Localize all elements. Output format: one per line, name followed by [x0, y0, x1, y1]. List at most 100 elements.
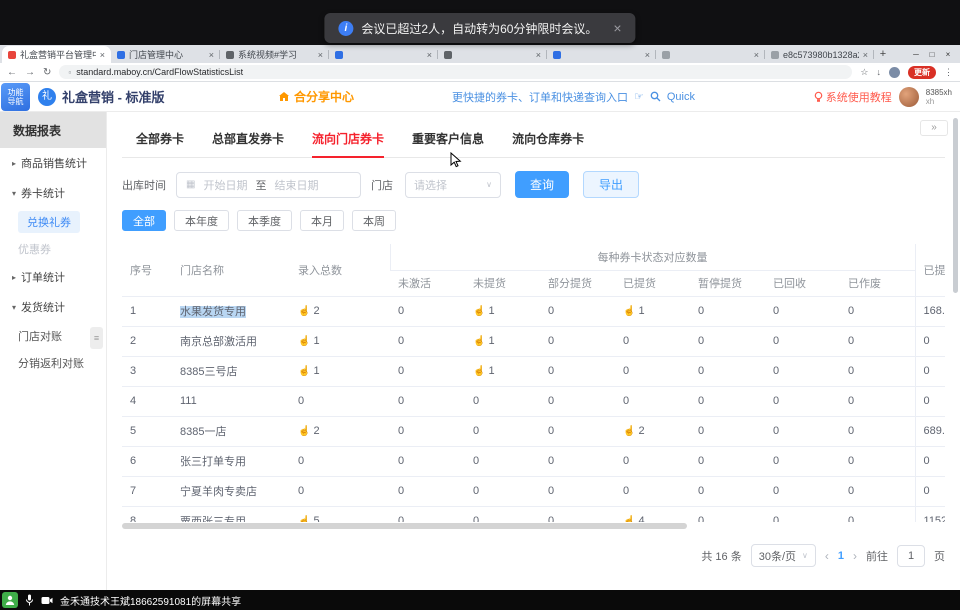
store-name: 南京总部激活用 [180, 336, 257, 348]
sidebar-item-distribution-rebate-reconciliation[interactable]: 分销返利对账 [0, 349, 106, 376]
collapse-panel-button[interactable]: » [920, 120, 948, 136]
stat-cell: 0 [390, 416, 465, 446]
search-button[interactable]: 查询 [515, 171, 569, 198]
tab-close-icon[interactable]: × [754, 50, 759, 60]
share-center-link[interactable]: 合分享中心 [278, 88, 354, 105]
tab-close-icon[interactable]: × [318, 50, 323, 60]
stat-cell: 0 [615, 386, 690, 416]
tab-close-icon[interactable]: × [427, 50, 432, 60]
browser-menu-icon[interactable]: ⋮ [944, 67, 953, 78]
goto-page-input[interactable]: 1 [897, 545, 925, 567]
tab-close-icon[interactable]: × [209, 50, 214, 60]
store-select[interactable]: 请选择 ∨ [405, 172, 501, 198]
export-button[interactable]: 导出 [583, 171, 639, 198]
stat-cell: ☝5 [290, 506, 390, 522]
content-tab-hq-direct-cards[interactable]: 总部直发券卡 [198, 126, 298, 157]
content-tab-key-customer-info[interactable]: 重要客户信息 [398, 126, 498, 157]
vertical-scrollbar[interactable] [953, 118, 958, 293]
count-link[interactable]: ☝1 [298, 335, 320, 347]
tab-close-icon[interactable]: × [536, 50, 541, 60]
sidebar-item-redeem-gift-coupon[interactable]: 兑换礼券 [0, 208, 106, 235]
horizontal-scrollbar[interactable] [122, 522, 945, 530]
tab-close-icon[interactable]: × [645, 50, 650, 60]
count-link[interactable]: ☝4 [623, 515, 645, 522]
function-nav-button[interactable]: 功能 导航 [1, 83, 30, 111]
tutorial-label: 系统使用教程 [826, 89, 892, 105]
quick-filter-quarter[interactable]: 本季度 [237, 210, 292, 231]
count-link[interactable]: ☝2 [623, 425, 645, 437]
screen-share-bar: 金禾通技术王斌18662591081的屏幕共享 [0, 590, 960, 610]
next-page-button[interactable]: › [853, 549, 857, 563]
date-range-input[interactable]: ▦ 开始日期 至 结束日期 [176, 172, 361, 198]
stat-cell: 0 [290, 446, 390, 476]
prev-page-button[interactable]: ‹ [825, 549, 829, 563]
quick-filter-year[interactable]: 本年度 [174, 210, 229, 231]
quick-filter-all[interactable]: 全部 [122, 210, 166, 231]
back-icon[interactable]: ← [7, 67, 17, 78]
browser-address-bar: ← → ↻ ▫ standard.maboy.cn/CardFlowStatis… [0, 63, 960, 82]
count-link[interactable]: ☝1 [298, 365, 320, 377]
reload-icon[interactable]: ↻ [43, 67, 51, 78]
browser-profile-avatar[interactable] [889, 67, 900, 78]
browser-tab[interactable]: × [656, 46, 765, 63]
page-number[interactable]: 1 [838, 550, 844, 562]
browser-tab[interactable]: × [329, 46, 438, 63]
maximize-button[interactable]: □ [924, 50, 940, 59]
close-icon[interactable]: × [613, 20, 621, 36]
browser-tab[interactable]: 礼盒营销平台管理中心× [2, 46, 111, 63]
content-tab-warehouse-flow-cards[interactable]: 流向仓库券卡 [498, 126, 598, 157]
browser-tab[interactable]: e8c573980b1328a258fd2e6l× [765, 46, 874, 63]
info-icon: i [338, 21, 353, 36]
tutorial-link[interactable]: 系统使用教程 [814, 89, 892, 105]
count-link[interactable]: ☝1 [473, 335, 495, 347]
content-tab-all-cards[interactable]: 全部券卡 [122, 126, 198, 157]
camera-icon[interactable] [41, 596, 53, 605]
sidebar-group-shipping-stats[interactable]: ▾发货统计 [0, 292, 106, 322]
pointing-hand-icon: ☝ [298, 426, 310, 437]
mic-icon[interactable] [25, 594, 34, 606]
stat-cell: 689.0 [915, 416, 945, 446]
browser-tab[interactable]: × [547, 46, 656, 63]
download-icon[interactable]: ↓ [877, 67, 882, 77]
close-window-button[interactable]: × [940, 50, 956, 59]
goto-suffix: 页 [934, 548, 945, 564]
stat-cell: 0 [390, 296, 465, 326]
table-row: 58385一店☝2000☝2000689.0 [122, 416, 945, 446]
content-tab-store-flow-cards[interactable]: 流向门店券卡 [298, 126, 398, 157]
sidebar-group-product-sales-stats[interactable]: ▸商品销售统计 [0, 148, 106, 178]
count-link[interactable]: ☝2 [298, 425, 320, 437]
url-input[interactable]: ▫ standard.maboy.cn/CardFlowStatisticsLi… [59, 65, 852, 79]
row-index-cell: 2 [122, 326, 172, 356]
browser-update-button[interactable]: 更新 [908, 66, 936, 79]
row-index-cell: 3 [122, 356, 172, 386]
quick-filter-week[interactable]: 本周 [352, 210, 396, 231]
count-link[interactable]: ☝5 [298, 515, 320, 522]
count-link[interactable]: ☝2 [298, 305, 320, 317]
count-link[interactable]: ☝1 [473, 365, 495, 377]
tab-close-icon[interactable]: × [863, 50, 868, 60]
browser-tab[interactable]: 系统视频#学习× [220, 46, 329, 63]
sidebar-item-discount-coupon[interactable]: 优惠券 [0, 235, 106, 262]
browser-tab[interactable]: 门店管理中心× [111, 46, 220, 63]
count-link[interactable]: ☝1 [473, 305, 495, 317]
sidebar-collapse-handle[interactable]: ≡ [90, 327, 103, 349]
tab-favicon-icon [226, 51, 234, 59]
stat-cell: 0 [615, 326, 690, 356]
browser-tab[interactable]: × [438, 46, 547, 63]
tab-close-icon[interactable]: × [100, 50, 105, 60]
count-link[interactable]: ☝1 [623, 305, 645, 317]
stat-cell: 0 [840, 476, 915, 506]
person-icon [4, 594, 16, 606]
quick-filter-month[interactable]: 本月 [300, 210, 344, 231]
forward-icon[interactable]: → [25, 67, 35, 78]
bookmark-star-icon[interactable]: ☆ [860, 67, 868, 78]
user-avatar[interactable] [899, 87, 919, 107]
sidebar-group-order-stats[interactable]: ▸订单统计 [0, 262, 106, 292]
url-text: standard.maboy.cn/CardFlowStatisticsList [76, 67, 243, 77]
minimize-button[interactable]: ─ [908, 50, 924, 59]
horizontal-scroll-thumb[interactable] [122, 523, 687, 529]
quick-search-link[interactable]: Quick [667, 91, 695, 103]
page-size-select[interactable]: 30条/页 ∨ [751, 544, 816, 567]
new-tab-button[interactable]: + [874, 48, 892, 60]
sidebar-group-card-stats[interactable]: ▾券卡统计 [0, 178, 106, 208]
